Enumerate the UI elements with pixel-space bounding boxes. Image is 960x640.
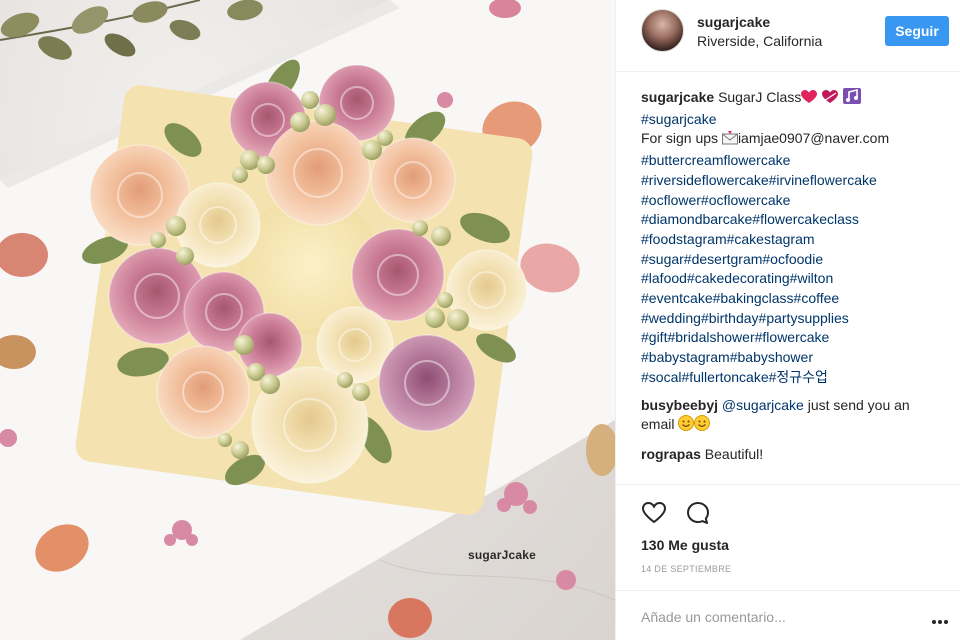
caption: sugarjcake SugarJ Class #sugarjcake For … <box>641 88 951 388</box>
hashtag-line[interactable]: #wedding#birthday#partysupplies <box>641 309 951 329</box>
hashtag-line[interactable]: #riversideflowercake#irvineflowercake <box>641 171 951 191</box>
post-photo[interactable]: sugarJcake <box>0 0 615 640</box>
hashtag-line[interactable]: #diamondbarcake#flowercakeclass <box>641 210 951 230</box>
hashtag-line[interactable]: #sugar#desertgram#ocfoodie <box>641 250 951 270</box>
instagram-post: sugarJcake sugarjcake Riverside, Califor… <box>0 0 960 640</box>
music-notes-emoji-icon <box>843 88 862 110</box>
smile-emoji-icon <box>694 415 711 437</box>
hashtag-line[interactable]: #ocflower#ocflowercake <box>641 191 951 211</box>
hashtag-line[interactable]: #sugarjcake <box>641 110 951 130</box>
cake-illustration <box>0 0 615 640</box>
comment-text: Beautiful! <box>700 445 764 462</box>
eucalyptus-branch <box>0 0 263 60</box>
comment-item: rograpas Beautiful! <box>641 445 951 465</box>
hashtag-line[interactable]: #foodstagram#cakestagram <box>641 230 951 250</box>
heart-icon[interactable] <box>641 500 667 526</box>
add-comment-input[interactable] <box>641 606 911 628</box>
comment-text-continued: email <box>641 416 679 433</box>
heart-emoji-icon <box>821 90 839 110</box>
actions-divider <box>616 484 960 485</box>
signup-email: iamjae0907@naver.com <box>737 130 890 147</box>
header-username[interactable]: sugarjcake <box>697 14 770 30</box>
post-date[interactable]: 14 de septiembre <box>641 564 731 574</box>
signup-prefix: For sign ups <box>641 130 722 147</box>
hashtag-line[interactable]: #gift#bridalshower#flowercake <box>641 328 951 348</box>
hashtag-line[interactable]: #eventcake#bakingclass#coffee <box>641 289 951 309</box>
photo-watermark: sugarJcake <box>468 548 537 562</box>
comment-divider <box>616 590 960 591</box>
envelope-emoji-icon <box>721 130 738 151</box>
comment-icon[interactable] <box>685 500 711 526</box>
likes-count[interactable]: 130 Me gusta <box>641 537 729 553</box>
hashtag-line[interactable]: #buttercreamflowercake <box>641 151 951 171</box>
comment-list: sugarjcake SugarJ Class #sugarjcake For … <box>641 88 951 465</box>
comment-mention[interactable]: @sugarjcake <box>722 397 804 413</box>
more-options-icon[interactable] <box>932 612 948 624</box>
avatar[interactable] <box>641 9 684 52</box>
post-header: sugarjcake Riverside, California Seguir <box>616 0 960 72</box>
caption-title: SugarJ Class <box>718 89 802 105</box>
hashtag-line[interactable]: #babystagram#babyshower <box>641 348 951 368</box>
smile-emoji-icon <box>678 415 695 437</box>
follow-button[interactable]: Seguir <box>885 16 949 46</box>
post-side-panel: sugarjcake Riverside, California Seguir … <box>615 0 960 640</box>
hashtag-line[interactable]: #lafood#cakedecorating#wilton <box>641 269 951 289</box>
action-bar <box>641 500 711 528</box>
caption-username[interactable]: sugarjcake <box>641 89 714 105</box>
header-location[interactable]: Riverside, California <box>697 33 822 49</box>
comment-text: just send you an <box>803 396 910 413</box>
comment-item: busybeebyj @sugarjcake just send you an … <box>641 396 951 437</box>
signup-line: For sign ups iamjae0907@naver.com <box>641 129 951 151</box>
caption-title-line: sugarjcake SugarJ Class <box>641 88 951 110</box>
hashtag-line[interactable]: #socal#fullertoncake#정규수업 <box>641 368 951 388</box>
comment-username[interactable]: busybeebyj <box>641 397 718 413</box>
heart-emoji-icon <box>801 90 818 110</box>
comment-username[interactable]: rograpas <box>641 446 701 462</box>
